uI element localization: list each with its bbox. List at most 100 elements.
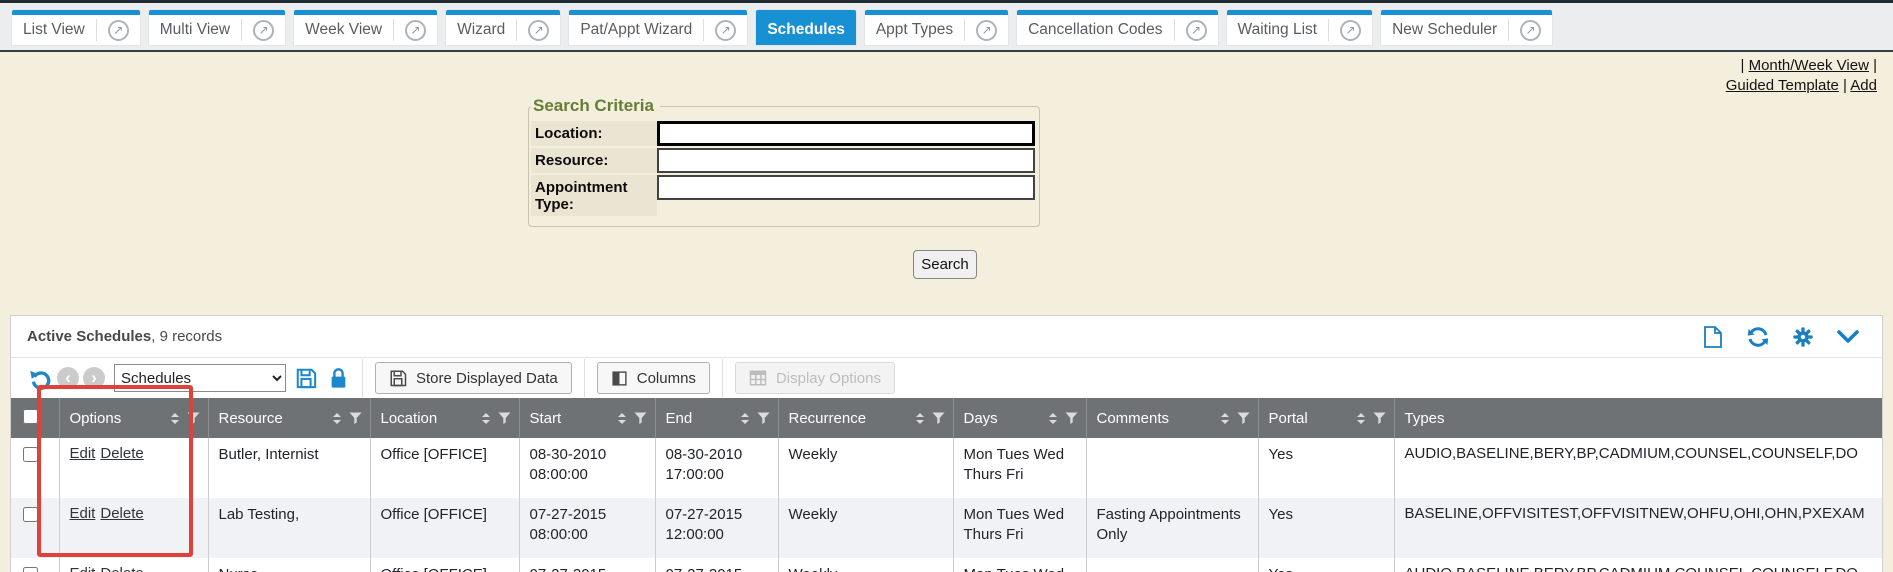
pipe-separator: |: [1741, 57, 1745, 74]
delete-link[interactable]: Delete: [100, 445, 143, 462]
location-label: Location:: [531, 121, 657, 146]
appointment-type-row: Appointment Type:: [531, 175, 1037, 216]
delete-link[interactable]: Delete: [100, 565, 143, 572]
previous-view-icon[interactable]: ‹: [57, 367, 79, 389]
add-link[interactable]: Add: [1850, 77, 1877, 94]
filter-funnel-icon[interactable]: [1065, 412, 1078, 425]
row-checkbox[interactable]: [23, 507, 38, 522]
column-label: Comments: [1097, 410, 1170, 427]
edit-link[interactable]: Edit: [70, 565, 96, 572]
external-link-icon[interactable]: ↗: [405, 20, 426, 41]
column-header-resource: Resource: [208, 398, 370, 438]
tab-week-view[interactable]: Week View↗: [294, 10, 437, 45]
sort-icon[interactable]: [1221, 413, 1229, 424]
external-link-icon[interactable]: ↗: [253, 20, 274, 41]
record-count: 9 records: [160, 328, 223, 345]
filter-funnel-icon[interactable]: [349, 412, 362, 425]
filter-funnel-icon[interactable]: [932, 412, 945, 425]
external-link-icon[interactable]: ↗: [108, 20, 129, 41]
column-header-location: Location: [370, 398, 519, 438]
tab-cancellation-codes[interactable]: Cancellation Codes↗: [1017, 10, 1217, 45]
sort-icon[interactable]: [482, 413, 490, 424]
new-document-icon[interactable]: [1701, 325, 1725, 349]
schedules-table: OptionsResourceLocationStartEndRecurrenc…: [11, 398, 1882, 572]
sort-icon[interactable]: [741, 413, 749, 424]
grid-icon: [749, 369, 767, 387]
month-week-view-link[interactable]: Month/Week View: [1749, 57, 1869, 74]
column-label: Start: [530, 410, 562, 427]
portal-cell: Yes: [1258, 558, 1394, 572]
row-select-cell: [11, 498, 59, 558]
scheduler-screen: List View↗ Multi View↗ Week View↗ Wizard↗ Pa…: [0, 0, 1893, 572]
resource-input[interactable]: [657, 148, 1035, 173]
row-checkbox[interactable]: [23, 447, 38, 462]
column-header-end: End: [655, 398, 778, 438]
sort-icon[interactable]: [916, 413, 924, 424]
end-cell: 08-30-2010 17:00:00: [655, 438, 778, 498]
refresh-icon[interactable]: [1746, 325, 1770, 349]
external-link-icon[interactable]: ↗: [715, 20, 736, 41]
next-view-icon[interactable]: ›: [83, 367, 105, 389]
tab-bar: List View↗ Multi View↗ Week View↗ Wizard↗ Pa…: [0, 3, 1893, 52]
gear-icon[interactable]: [1791, 325, 1815, 349]
filter-funnel-icon[interactable]: [187, 412, 200, 425]
tab-schedules[interactable]: Schedules: [756, 10, 856, 45]
tab-pat-appt-wizard[interactable]: Pat/Appt Wizard↗: [569, 10, 747, 45]
sort-icon[interactable]: [1049, 413, 1057, 424]
comments-cell: [1086, 438, 1258, 498]
days-cell: Mon Tues Wed Thurs Fri: [953, 558, 1086, 572]
sort-icon[interactable]: [618, 413, 626, 424]
portal-cell: Yes: [1258, 438, 1394, 498]
edit-link[interactable]: Edit: [70, 505, 96, 522]
start-cell: 07-27-2015 08:00:00: [519, 498, 655, 558]
start-cell: 08-30-2010 08:00:00: [519, 438, 655, 498]
sort-icon[interactable]: [171, 413, 179, 424]
tab-divider: [393, 19, 394, 41]
panel-header: Active Schedules, 9 records: [11, 316, 1882, 358]
saved-view-select[interactable]: Schedules: [114, 364, 286, 392]
options-cell: EditDelete: [59, 438, 208, 498]
guided-template-link[interactable]: Guided Template: [1726, 77, 1839, 94]
appointment-type-input[interactable]: [657, 175, 1035, 200]
filter-funnel-icon[interactable]: [1373, 412, 1386, 425]
display-options-label: Display Options: [776, 370, 881, 387]
filter-funnel-icon[interactable]: [1237, 412, 1250, 425]
tab-appt-types[interactable]: Appt Types↗: [865, 10, 1008, 45]
chevron-down-icon[interactable]: [1836, 325, 1860, 349]
display-options-button[interactable]: Display Options: [735, 362, 895, 394]
external-link-icon[interactable]: ↗: [1520, 20, 1541, 41]
external-link-icon[interactable]: ↗: [1340, 20, 1361, 41]
delete-link[interactable]: Delete: [100, 505, 143, 522]
undo-icon[interactable]: [27, 365, 53, 391]
filter-funnel-icon[interactable]: [498, 412, 511, 425]
tab-divider: [964, 19, 965, 41]
search-button[interactable]: Search: [913, 250, 977, 279]
save-view-icon[interactable]: [294, 366, 318, 390]
external-link-icon[interactable]: ↗: [528, 20, 549, 41]
filter-funnel-icon[interactable]: [634, 412, 647, 425]
column-header-recurrence: Recurrence: [778, 398, 953, 438]
tab-list-view[interactable]: List View↗: [12, 10, 140, 45]
lock-icon[interactable]: [326, 366, 350, 390]
tab-waiting-list[interactable]: Waiting List↗: [1227, 10, 1373, 45]
sort-icon[interactable]: [333, 413, 341, 424]
row-checkbox[interactable]: [23, 567, 38, 572]
external-link-icon[interactable]: ↗: [976, 20, 997, 41]
resource-row: Resource:: [531, 148, 1037, 173]
tab-wizard[interactable]: Wizard↗: [446, 10, 560, 45]
external-link-icon[interactable]: ↗: [1186, 20, 1207, 41]
select-all-checkbox[interactable]: [23, 409, 38, 424]
sort-icon[interactable]: [1357, 413, 1365, 424]
comments-cell: Fasting Appointments Only: [1086, 498, 1258, 558]
start-cell: 07-27-2015 08:00:00: [519, 558, 655, 572]
tab-divider: [703, 19, 704, 41]
toolbar-divider: [584, 359, 585, 397]
options-cell: Edit Delete: [59, 558, 208, 572]
edit-link[interactable]: Edit: [70, 445, 96, 462]
tab-new-scheduler[interactable]: New Scheduler↗: [1381, 10, 1552, 45]
location-input[interactable]: [657, 121, 1035, 146]
columns-button[interactable]: Columns: [597, 362, 710, 394]
filter-funnel-icon[interactable]: [757, 412, 770, 425]
tab-multi-view[interactable]: Multi View↗: [149, 10, 285, 45]
store-displayed-data-button[interactable]: Store Displayed Data: [375, 362, 572, 394]
